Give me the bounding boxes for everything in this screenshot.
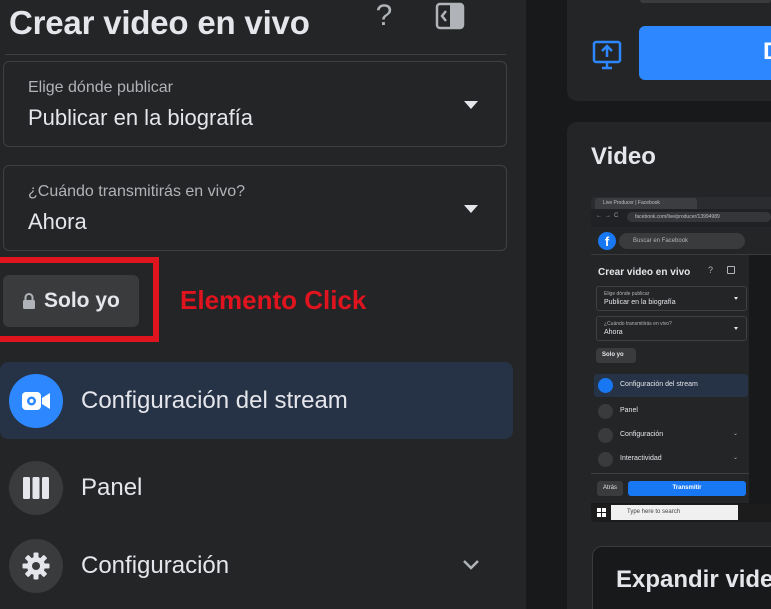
go-live-button[interactable]: D: [639, 26, 771, 80]
go-live-button-label: D: [763, 38, 771, 66]
thumbnail-when-value: Ahora: [604, 329, 623, 336]
menu-item-panel[interactable]: Panel: [0, 449, 513, 526]
card-edge: [640, 0, 771, 3]
thumbnail-item-label: Configuración del stream: [620, 381, 698, 388]
thumbnail-item: Configuración del stream: [594, 374, 748, 397]
post-destination-value: Publicar en la biografía: [28, 105, 254, 130]
browser-url: facebook.com/live/producer/13994989: [627, 212, 771, 222]
collapse-panel-icon[interactable]: [435, 2, 465, 30]
thumbnail-go-live-button: Transmitir: [628, 481, 746, 496]
thumbnail-item-label: Interactividad: [620, 455, 662, 462]
gear-icon: [598, 428, 613, 443]
collapse-panel-icon: [727, 266, 735, 274]
thumbnail-item: Configuración ⌄: [594, 424, 748, 447]
chevron-down-icon: [734, 297, 738, 300]
video-section-title: Video: [591, 143, 656, 170]
thumbnail-title: Crear video en vivo: [598, 267, 691, 278]
menu-item-label: Configuración del stream: [81, 386, 348, 414]
broadcast-time-value: Ahora: [28, 209, 87, 234]
panel-icon: [9, 460, 63, 515]
post-destination-label: Elige dónde publicar: [28, 79, 173, 96]
menu-item-label: Configuración: [81, 551, 230, 579]
thumbnail-post-select: Elige dónde publicar Publicar en la biog…: [596, 286, 747, 311]
thumbnail-back-button: Atrás: [597, 481, 623, 496]
thumbnail-item: Interactividad ⌄: [594, 448, 748, 471]
help-icon: ?: [708, 265, 714, 275]
lock-icon: [23, 293, 35, 309]
thumbnail-post-label: Elige dónde publicar: [604, 291, 650, 297]
broadcast-time-select[interactable]: ¿Cuándo transmitirás en vivo? Ahora: [3, 165, 507, 251]
chevron-down-icon: ⌄: [732, 455, 738, 461]
page-title: Crear video en vivo: [9, 4, 310, 41]
thumbnail-when-select: ¿Cuándo transmitirás en vivo? Ahora: [596, 316, 747, 341]
facebook-search: Buscar en Facebook: [619, 233, 745, 249]
chevron-down-icon: [464, 205, 478, 213]
expand-video-title: Expandir vide: [616, 566, 771, 593]
help-icon[interactable]: ?: [370, 0, 398, 32]
post-destination-select[interactable]: Elige dónde publicar Publicar en la biog…: [3, 61, 507, 147]
privacy-button[interactable]: Solo yo: [3, 275, 139, 327]
chevron-down-icon: ⌄: [732, 431, 738, 437]
menu-item-settings[interactable]: Configuración: [0, 527, 513, 604]
broadcast-time-label: ¿Cuándo transmitirás en vivo?: [28, 183, 245, 200]
camera-icon: [598, 378, 613, 393]
chevron-down-icon: [464, 101, 478, 109]
thumbnail-item: Panel: [594, 400, 748, 423]
chevron-down-icon: [734, 327, 738, 330]
interactivity-icon: [598, 452, 613, 467]
gear-icon: [9, 538, 63, 593]
thumbnail-privacy: Solo yo: [596, 348, 636, 363]
chevron-down-icon: [463, 560, 479, 570]
thumbnail-item-label: Configuración: [620, 431, 664, 438]
video-preview-thumbnail[interactable]: Live Producer | Facebook ←→C facebook.co…: [591, 197, 771, 522]
browser-tab: Live Producer | Facebook: [595, 198, 697, 209]
privacy-label: Solo yo: [44, 289, 120, 312]
browser-nav-icons: ←→C: [596, 213, 622, 219]
thumbnail-side: [749, 255, 771, 503]
annotation-label: Elemento Click: [180, 285, 367, 315]
thumbnail-item-label: Panel: [620, 407, 638, 414]
thumbnail-when-label: ¿Cuándo transmitirás en vivo?: [604, 321, 672, 327]
taskbar-search: Type here to search: [611, 505, 738, 520]
divider: [5, 54, 506, 55]
facebook-logo-icon: f: [598, 232, 616, 250]
windows-icon: [597, 508, 606, 517]
upload-icon[interactable]: [590, 38, 624, 70]
thumbnail-post-value: Publicar en la biografía: [604, 299, 676, 306]
camera-icon: [9, 373, 63, 428]
menu-item-label: Panel: [81, 473, 143, 501]
panel-icon: [598, 404, 613, 419]
live-setup-panel: Crear video en vivo ? Elige dónde public…: [0, 0, 526, 609]
menu-item-stream-settings[interactable]: Configuración del stream: [0, 362, 513, 439]
